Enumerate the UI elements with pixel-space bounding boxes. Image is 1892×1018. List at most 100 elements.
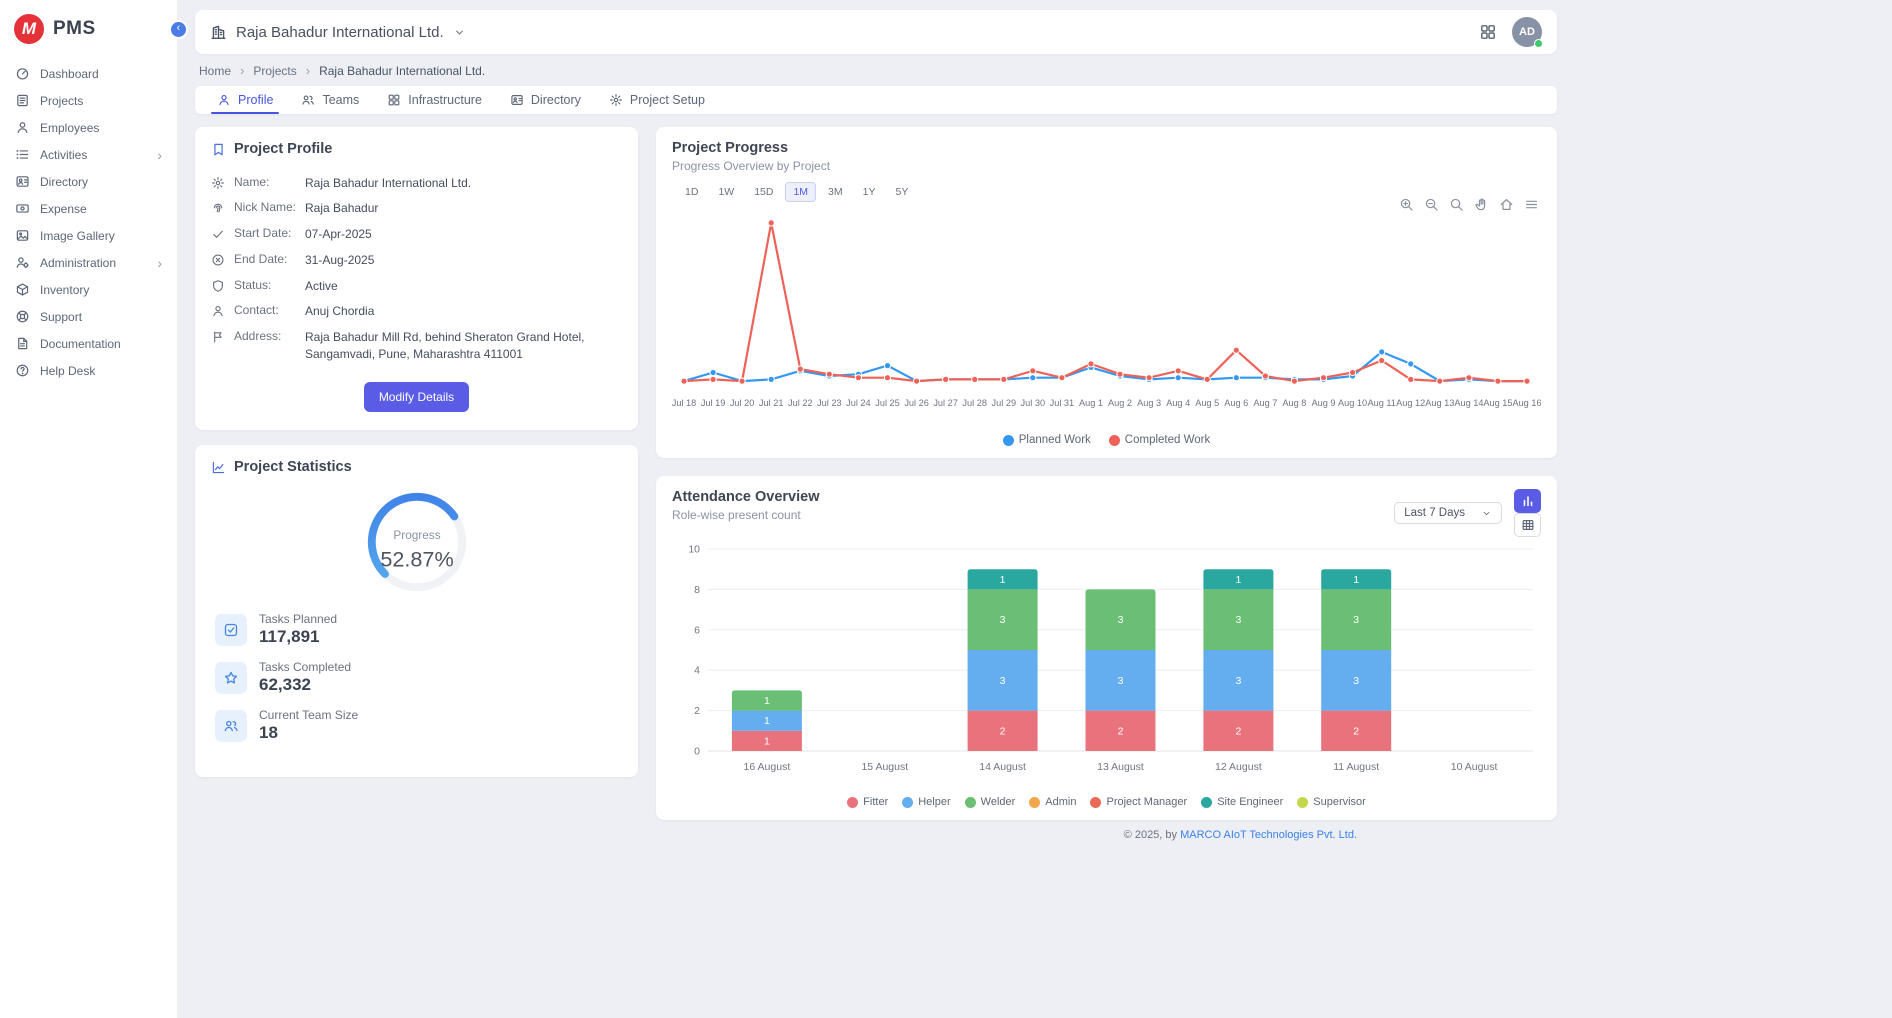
legend-item-supervisor[interactable]: Supervisor xyxy=(1297,796,1366,808)
view-toggle-bar-chart-icon[interactable] xyxy=(1514,489,1541,513)
field-label: Nick Name: xyxy=(234,200,296,214)
name-icon xyxy=(211,176,225,190)
project-setup-icon xyxy=(609,93,623,107)
legend-item-admin[interactable]: Admin xyxy=(1029,796,1076,808)
sidebar-item-label: Help Desk xyxy=(40,364,95,378)
home-icon[interactable] xyxy=(1499,197,1514,212)
svg-text:Aug 16: Aug 16 xyxy=(1512,398,1541,408)
legend-item-fitter[interactable]: Fitter xyxy=(847,796,888,808)
sidebar-item-image-gallery[interactable]: Image Gallery xyxy=(0,222,177,249)
avatar[interactable]: AD xyxy=(1512,17,1542,47)
svg-text:Jul 30: Jul 30 xyxy=(1021,398,1046,408)
progress-line-chart[interactable]: Jul 18Jul 19Jul 20Jul 21Jul 22Jul 23Jul … xyxy=(672,206,1541,429)
company-selector[interactable]: Raja Bahadur International Ltd. xyxy=(210,24,466,41)
menu-icon[interactable] xyxy=(1524,197,1539,212)
legend-item-site-engineer[interactable]: Site Engineer xyxy=(1201,796,1283,808)
tab-label: Infrastructure xyxy=(408,93,482,107)
legend-item-welder[interactable]: Welder xyxy=(965,796,1016,808)
sidebar-item-support[interactable]: Support xyxy=(0,303,177,330)
pan-icon[interactable] xyxy=(1474,197,1489,212)
range-button-1d[interactable]: 1D xyxy=(677,182,706,202)
app-logo: M PMS xyxy=(0,0,177,56)
online-status-dot xyxy=(1534,39,1543,48)
project-statistics-title: Project Statistics xyxy=(234,459,352,475)
svg-text:2: 2 xyxy=(1353,725,1359,737)
sidebar-item-projects[interactable]: Projects xyxy=(0,87,177,114)
range-button-5y[interactable]: 5Y xyxy=(887,182,916,202)
sidebar-item-expense[interactable]: Expense xyxy=(0,195,177,222)
sidebar-item-label: Employees xyxy=(40,121,99,135)
svg-text:16 August: 16 August xyxy=(744,761,791,773)
tab-profile[interactable]: Profile xyxy=(203,86,287,114)
legend-item-helper[interactable]: Helper xyxy=(902,796,950,808)
stat-label: Tasks Planned xyxy=(259,612,337,626)
attendance-bar-chart[interactable]: 024681016 August11115 August14 August233… xyxy=(672,541,1541,791)
zoom-out-icon[interactable] xyxy=(1424,197,1439,212)
svg-text:15 August: 15 August xyxy=(861,761,908,773)
sidebar-item-activities[interactable]: Activities › xyxy=(0,141,177,168)
profile-icon xyxy=(217,93,231,107)
profile-field-name: Name: Raja Bahadur International Ltd. xyxy=(211,170,622,196)
infrastructure-icon xyxy=(387,93,401,107)
sidebar-item-inventory[interactable]: Inventory xyxy=(0,276,177,303)
gauge-value: 52.87% xyxy=(380,547,453,572)
tab-infrastructure[interactable]: Infrastructure xyxy=(373,86,496,114)
field-value: Raja Bahadur xyxy=(305,200,622,217)
tab-teams[interactable]: Teams xyxy=(287,86,373,114)
tasks-planned-icon-box xyxy=(215,614,247,646)
svg-text:11 August: 11 August xyxy=(1333,761,1379,773)
range-button-1w[interactable]: 1W xyxy=(710,182,742,202)
svg-text:10 August: 10 August xyxy=(1451,761,1498,773)
breadcrumb-item-projects[interactable]: Projects xyxy=(253,64,296,78)
svg-text:Aug 14: Aug 14 xyxy=(1454,398,1483,408)
range-button-1y[interactable]: 1Y xyxy=(855,182,884,202)
field-value: 07-Apr-2025 xyxy=(305,226,622,243)
address-icon xyxy=(211,330,225,344)
svg-text:Aug 10: Aug 10 xyxy=(1338,398,1367,408)
svg-text:1: 1 xyxy=(1353,574,1359,586)
view-toggle-table-icon[interactable] xyxy=(1514,513,1541,537)
footer-company-link[interactable]: MARCO AIoT Technologies Pvt. Ltd. xyxy=(1180,829,1357,841)
svg-text:3: 3 xyxy=(1000,675,1006,687)
field-label: Address: xyxy=(234,329,296,343)
gauge-label: Progress xyxy=(393,528,440,542)
legend-item-project-manager[interactable]: Project Manager xyxy=(1090,796,1187,808)
selection-zoom-icon[interactable] xyxy=(1449,197,1464,212)
profile-field-end-date: End Date: 31-Aug-2025 xyxy=(211,247,622,273)
dashboard-icon xyxy=(15,66,30,81)
svg-text:Aug 15: Aug 15 xyxy=(1483,398,1512,408)
teams-icon xyxy=(301,93,315,107)
legend-item-planned-work[interactable]: Planned Work xyxy=(1003,434,1091,446)
profile-field-nick-name: Nick Name: Raja Bahadur xyxy=(211,196,622,222)
tasks-completed-icon xyxy=(223,670,239,686)
attendance-range-select[interactable]: Last 7 Days xyxy=(1394,502,1502,524)
project-profile-title-row: Project Profile xyxy=(211,141,622,157)
sidebar-item-label: Support xyxy=(40,310,82,324)
svg-text:0: 0 xyxy=(694,746,700,758)
range-button-3m[interactable]: 3M xyxy=(820,182,851,202)
zoom-in-icon[interactable] xyxy=(1399,197,1414,212)
sidebar-item-dashboard[interactable]: Dashboard xyxy=(0,60,177,87)
sidebar-item-directory[interactable]: Directory xyxy=(0,168,177,195)
tab-project-setup[interactable]: Project Setup xyxy=(595,86,719,114)
directory-tab-icon xyxy=(510,93,524,107)
tab-bar: Profile Teams Infrastructure Directory P… xyxy=(195,86,1557,114)
range-button-15d[interactable]: 15D xyxy=(746,182,781,202)
legend-item-completed-work[interactable]: Completed Work xyxy=(1109,434,1210,446)
sidebar-item-documentation[interactable]: Documentation xyxy=(0,330,177,357)
svg-text:Aug 9: Aug 9 xyxy=(1311,398,1335,408)
modify-details-button[interactable]: Modify Details xyxy=(364,382,469,412)
stat-current-team-size: Current Team Size 18 xyxy=(215,708,618,743)
range-button-1m[interactable]: 1M xyxy=(785,182,816,202)
attendance-chart-legend: Fitter Helper Welder Admin Project Manag… xyxy=(672,791,1541,812)
sidebar-item-employees[interactable]: Employees xyxy=(0,114,177,141)
apps-grid-icon[interactable] xyxy=(1479,23,1497,41)
svg-text:Jul 31: Jul 31 xyxy=(1050,398,1075,408)
sidebar-item-administration[interactable]: Administration › xyxy=(0,249,177,276)
field-label: Name: xyxy=(234,175,296,189)
tab-directory[interactable]: Directory xyxy=(496,86,595,114)
breadcrumb-item-home[interactable]: Home xyxy=(199,64,231,78)
sidebar-item-help-desk[interactable]: Help Desk xyxy=(0,357,177,384)
sidebar-collapse-button[interactable]: ‹ xyxy=(169,20,188,39)
expense-icon xyxy=(15,201,30,216)
